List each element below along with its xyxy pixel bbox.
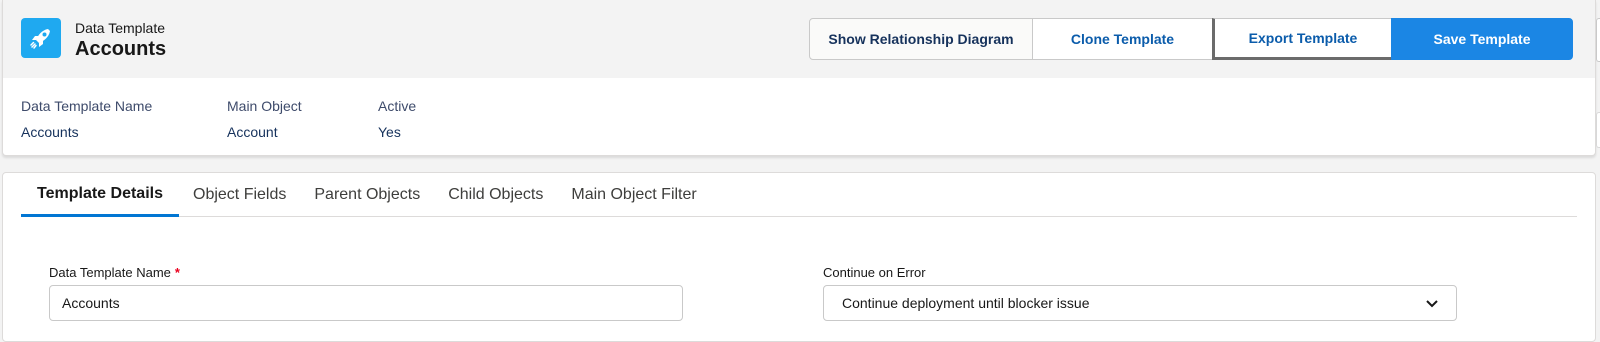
highlight-active: Active Yes bbox=[378, 98, 416, 140]
template-name-label: Data Template Name * bbox=[49, 265, 180, 280]
offscreen-button-edge bbox=[1596, 18, 1600, 62]
clone-template-button[interactable]: Clone Template bbox=[1032, 18, 1213, 60]
highlight-template-name: Data Template Name Accounts bbox=[21, 98, 152, 140]
highlight-value: Account bbox=[227, 124, 278, 140]
template-details-card: Template Details Object Fields Parent Ob… bbox=[2, 172, 1596, 342]
tab-bar: Template Details Object Fields Parent Ob… bbox=[21, 173, 1577, 217]
object-type-label: Data Template bbox=[75, 20, 166, 36]
highlight-label: Data Template Name bbox=[21, 98, 153, 114]
highlight-main-object: Main Object Account bbox=[227, 98, 302, 140]
header-top-bar: Data Template Accounts Show Relationship… bbox=[3, 0, 1595, 78]
offscreen-panel-edge bbox=[1596, 112, 1600, 148]
template-name-input[interactable] bbox=[49, 285, 683, 321]
highlight-value: Yes bbox=[378, 124, 401, 140]
required-asterisk: * bbox=[174, 265, 180, 280]
save-template-button[interactable]: Save Template bbox=[1391, 18, 1573, 60]
record-header: Data Template Accounts Show Relationship… bbox=[2, 0, 1596, 156]
continue-on-error-label: Continue on Error bbox=[823, 265, 926, 280]
show-relationship-diagram-button[interactable]: Show Relationship Diagram bbox=[809, 18, 1033, 60]
template-name-label-text: Data Template Name bbox=[49, 265, 171, 280]
export-template-button[interactable]: Export Template bbox=[1212, 18, 1392, 60]
tab-object-fields[interactable]: Object Fields bbox=[179, 173, 300, 217]
highlight-value: Accounts bbox=[21, 124, 79, 140]
tab-parent-objects[interactable]: Parent Objects bbox=[300, 173, 434, 217]
highlight-label: Active bbox=[378, 98, 417, 114]
header-action-group: Show Relationship Diagram Clone Template… bbox=[809, 18, 1573, 60]
tab-main-object-filter[interactable]: Main Object Filter bbox=[557, 173, 710, 217]
tab-template-details[interactable]: Template Details bbox=[21, 173, 179, 217]
highlight-label: Main Object bbox=[227, 98, 302, 114]
continue-on-error-select[interactable]: Continue deployment until blocker issue bbox=[823, 285, 1457, 321]
record-title: Accounts bbox=[75, 38, 167, 60]
chevron-down-icon bbox=[1426, 295, 1438, 311]
tab-child-objects[interactable]: Child Objects bbox=[434, 173, 557, 217]
rocket-icon bbox=[21, 18, 61, 58]
continue-on-error-value: Continue deployment until blocker issue bbox=[842, 295, 1090, 311]
